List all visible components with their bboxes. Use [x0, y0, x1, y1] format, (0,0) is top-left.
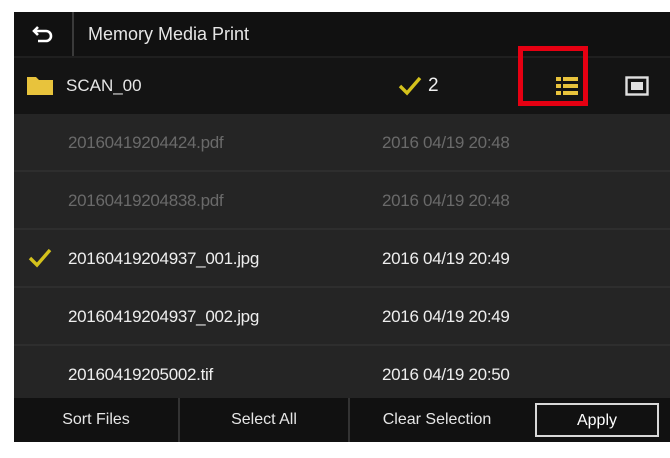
- file-name: 20160419204937_001.jpg: [68, 249, 259, 268]
- file-date: 2016 04/19 20:49: [382, 307, 510, 326]
- file-name: 20160419204838.pdf: [68, 191, 224, 210]
- file-row[interactable]: 20160419204838.pdf 2016 04/19 20:48: [14, 172, 670, 230]
- file-name: 20160419204937_002.jpg: [68, 307, 259, 326]
- clear-selection-button[interactable]: Clear Selection: [350, 398, 524, 442]
- file-row[interactable]: 20160419204937_002.jpg 2016 04/19 20:49: [14, 288, 670, 346]
- file-date: 2016 04/19 20:50: [382, 365, 510, 384]
- apply-wrap: Apply: [524, 398, 670, 442]
- thumbnail-view-icon: [625, 76, 649, 96]
- file-date: 2016 04/19 20:48: [382, 191, 510, 210]
- file-list: 20160419204424.pdf 2016 04/19 20:48 2016…: [14, 114, 670, 404]
- selected-count-value: 2: [428, 75, 439, 96]
- file-date: 2016 04/19 20:49: [382, 249, 510, 268]
- apply-button[interactable]: Apply: [535, 403, 659, 437]
- back-arrow-icon: [32, 26, 53, 43]
- file-row-selected[interactable]: 20160419204937_001.jpg 2016 04/19 20:49: [14, 230, 670, 288]
- file-name: 20160419204424.pdf: [68, 133, 224, 152]
- folder-name: SCAN_00: [66, 76, 142, 95]
- file-row[interactable]: 20160419204424.pdf 2016 04/19 20:48: [14, 114, 670, 172]
- thumbnail-view-button[interactable]: [614, 66, 660, 106]
- highlight-annotation-box: [518, 46, 588, 106]
- check-icon: [28, 248, 52, 268]
- page-title: Memory Media Print: [88, 24, 250, 44]
- sort-files-button[interactable]: Sort Files: [14, 398, 180, 442]
- check-icon: [398, 76, 422, 96]
- back-button[interactable]: [14, 12, 74, 56]
- folder-icon: [27, 77, 53, 95]
- file-name: 20160419205002.tif: [68, 365, 213, 384]
- select-all-button[interactable]: Select All: [180, 398, 350, 442]
- footer-bar: Sort Files Select All Clear Selection Ap…: [14, 398, 670, 442]
- file-date: 2016 04/19 20:48: [382, 133, 510, 152]
- file-row[interactable]: 20160419205002.tif 2016 04/19 20:50: [14, 346, 670, 404]
- selected-count: 2: [398, 58, 439, 114]
